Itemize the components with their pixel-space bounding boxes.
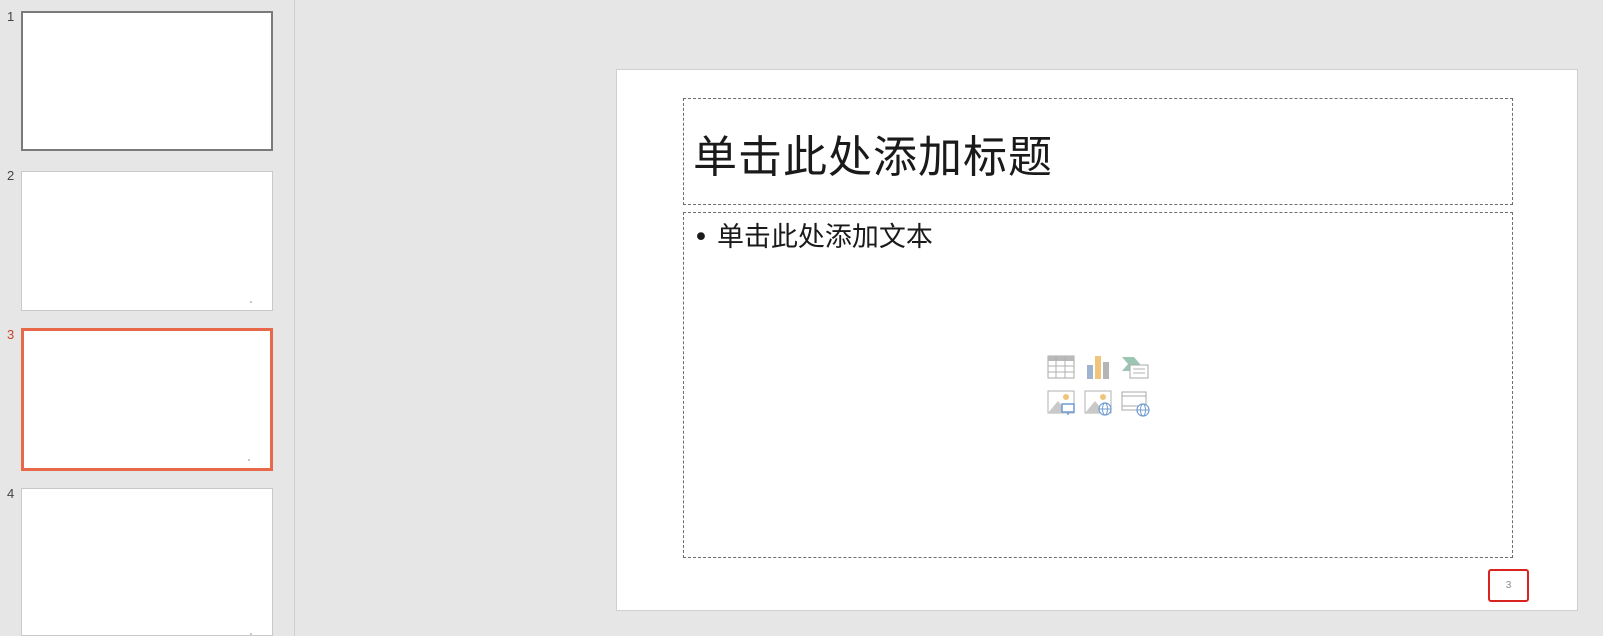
title-placeholder-text: 单击此处添加标题 xyxy=(693,132,1053,183)
slide-thumbnail-2[interactable] xyxy=(21,171,273,311)
bullet-text: • 单击此处添加文本 xyxy=(693,215,933,254)
thumbnail-number-1: 1 xyxy=(7,9,15,24)
picture-icon[interactable] xyxy=(1046,389,1076,417)
slide-number-text: 3 xyxy=(1505,580,1512,591)
slide-thumbnail-3[interactable] xyxy=(21,328,273,471)
mini-page-number xyxy=(250,301,252,303)
slide-thumbnail-pane[interactable]: 1 2 3 4 xyxy=(0,0,295,636)
insert-content-icons xyxy=(1046,353,1154,419)
video-icon[interactable] xyxy=(1120,389,1150,417)
smartart-icon[interactable] xyxy=(1120,353,1150,381)
online-picture-icon[interactable] xyxy=(1083,389,1113,417)
chart-icon[interactable] xyxy=(1083,353,1113,381)
slide-thumbnail-1[interactable] xyxy=(21,11,273,151)
mini-page-number xyxy=(250,633,252,635)
bullet-glyph: • xyxy=(693,222,709,253)
thumbnail-number-3: 3 xyxy=(7,327,15,342)
slide-thumbnail-4[interactable] xyxy=(21,488,273,636)
slide-number-placeholder[interactable]: 3 xyxy=(1488,569,1529,602)
table-icon[interactable] xyxy=(1046,353,1076,381)
thumbnail-number-4: 4 xyxy=(7,486,15,501)
content-placeholder[interactable]: • 单击此处添加文本 xyxy=(683,212,1513,558)
slide-canvas[interactable]: 单击此处添加标题 • 单击此处添加文本 3 xyxy=(616,69,1578,611)
mini-page-number xyxy=(248,459,250,461)
thumbnail-number-2: 2 xyxy=(7,168,15,183)
title-placeholder[interactable]: 单击此处添加标题 xyxy=(683,98,1513,205)
content-placeholder-text: 单击此处添加文本 xyxy=(716,222,933,253)
